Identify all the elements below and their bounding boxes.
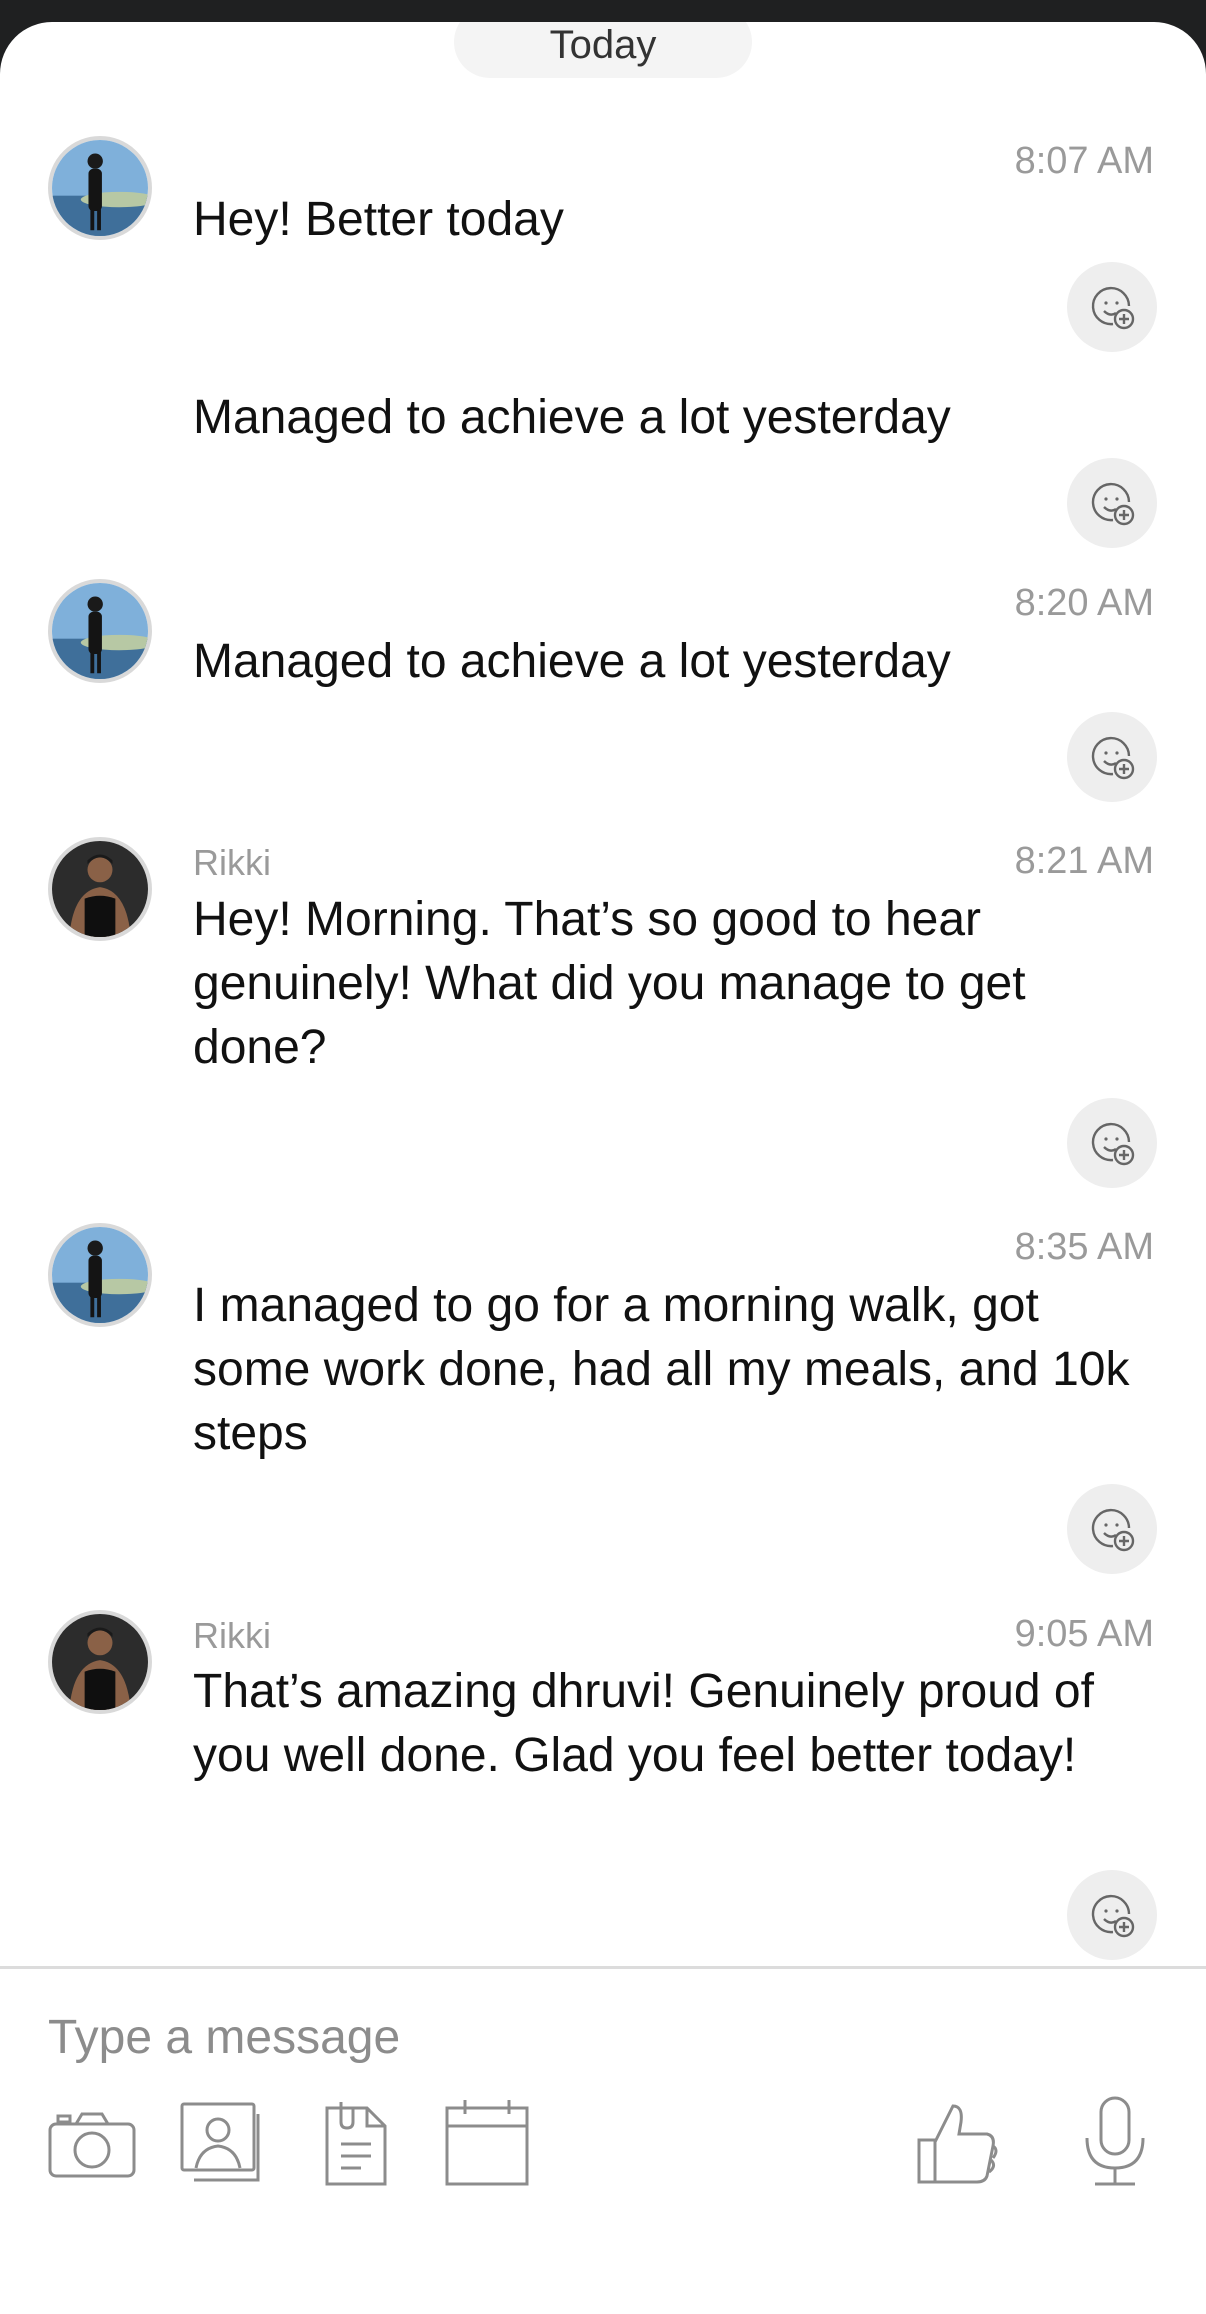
thumbs-up-icon — [917, 2104, 998, 2184]
emoji-add-icon — [1091, 1894, 1135, 1938]
message-text: I managed to go for a morning walk, got … — [193, 1279, 1130, 1460]
gallery-icon — [180, 2102, 260, 2182]
add-reaction-button[interactable] — [1067, 1870, 1157, 1960]
document-button[interactable] — [305, 2092, 405, 2192]
message-time: 8:35 AM — [1014, 1226, 1154, 1268]
message-text: Hey! Better today — [193, 193, 564, 246]
calendar-button[interactable] — [437, 2092, 537, 2192]
add-reaction-button[interactable] — [1067, 1484, 1157, 1574]
message-time: 8:21 AM — [1014, 840, 1154, 882]
user-avatar-image — [52, 140, 148, 236]
sender-name: Rikki — [193, 1615, 271, 1656]
message-input[interactable] — [48, 2002, 1148, 2072]
rikki-avatar[interactable] — [48, 1610, 152, 1714]
rikki-avatar[interactable] — [48, 837, 152, 941]
add-reaction-button[interactable] — [1067, 262, 1157, 352]
camera-icon — [48, 2112, 136, 2178]
date-separator: Today — [454, 22, 752, 78]
user-avatar[interactable] — [48, 136, 152, 240]
microphone-button[interactable] — [1065, 2092, 1165, 2192]
message-time: 8:20 AM — [1014, 582, 1154, 624]
calendar-icon — [445, 2100, 529, 2186]
message-time: 9:05 AM — [1014, 1613, 1154, 1655]
emoji-add-icon — [1091, 482, 1135, 526]
user-avatar-image — [52, 583, 148, 679]
emoji-add-icon — [1091, 1508, 1135, 1552]
user-avatar[interactable] — [48, 1223, 152, 1327]
message-text: That’s amazing dhruvi! Genuinely proud o… — [193, 1665, 1094, 1782]
microphone-icon — [1085, 2096, 1145, 2186]
add-reaction-button[interactable] — [1067, 1098, 1157, 1188]
user-avatar[interactable] — [48, 579, 152, 683]
user-avatar-image — [52, 1227, 148, 1323]
emoji-add-icon — [1091, 736, 1135, 780]
message-text: Managed to achieve a lot yesterday — [193, 391, 951, 444]
message-text: Managed to achieve a lot yesterday — [193, 635, 951, 688]
emoji-add-icon — [1091, 1122, 1135, 1166]
add-reaction-button[interactable] — [1067, 712, 1157, 802]
thumbs-up-button[interactable] — [905, 2092, 1005, 2192]
sender-name: Rikki — [193, 842, 271, 883]
camera-button[interactable] — [42, 2092, 142, 2192]
rikki-avatar-image — [52, 1614, 148, 1710]
composer-divider — [0, 1966, 1206, 1969]
emoji-add-icon — [1091, 286, 1135, 330]
message-text: Hey! Morning. That’s so good to hear gen… — [193, 893, 1026, 1074]
gallery-button[interactable] — [172, 2092, 272, 2192]
message-time: 8:07 AM — [1014, 140, 1154, 182]
document-icon — [325, 2102, 387, 2186]
add-reaction-button[interactable] — [1067, 458, 1157, 548]
rikki-avatar-image — [52, 841, 148, 937]
chat-sheet: Today 8:07 AM Hey! Better today Managed … — [0, 22, 1206, 2314]
